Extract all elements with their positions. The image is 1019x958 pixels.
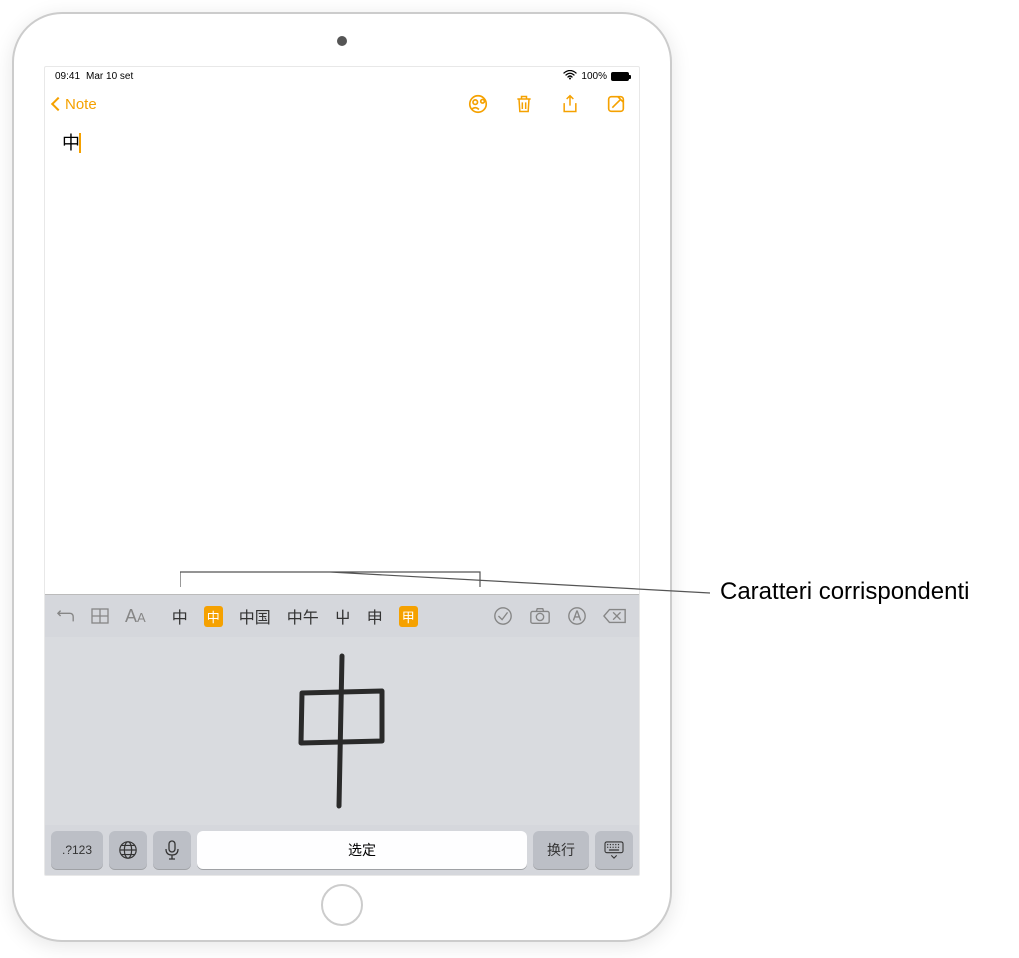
candidate-3[interactable]: 中国 — [231, 595, 279, 637]
text-format-icon[interactable]: Aα — [117, 595, 154, 637]
back-label: Note — [65, 96, 97, 113]
ipad-device-frame: 09:41 Mar 10 set 100% Note — [12, 12, 672, 942]
note-body[interactable]: 中 — [45, 123, 639, 594]
keyboard-bottom-row: .?123 选定 换行 — [45, 825, 639, 875]
undo-icon[interactable] — [49, 595, 83, 637]
space-bar[interactable]: 选定 — [197, 831, 527, 869]
callout-label: Caratteri corrispondenti — [720, 578, 969, 606]
keyboard-area: Aα 中 中 中国 中午 屮 申 甲 — [45, 594, 639, 875]
dictation-key[interactable] — [153, 831, 191, 869]
wifi-icon — [563, 70, 577, 83]
numbers-key[interactable]: .?123 — [51, 831, 103, 869]
dismiss-keyboard-key[interactable] — [595, 831, 633, 869]
front-camera — [337, 36, 347, 46]
candidate-bar: Aα 中 中 中国 中午 屮 申 甲 — [45, 595, 639, 637]
return-key[interactable]: 换行 — [533, 831, 589, 869]
camera-icon[interactable] — [521, 595, 559, 637]
battery-percent: 100% — [581, 71, 607, 82]
status-time: 09:41 — [55, 71, 80, 82]
battery-icon — [611, 72, 629, 81]
backspace-icon[interactable] — [595, 595, 635, 637]
candidate-5[interactable]: 屮 — [327, 595, 359, 637]
handwriting-pad[interactable] — [45, 637, 639, 825]
marker-circle-icon[interactable] — [559, 595, 595, 637]
screen: 09:41 Mar 10 set 100% Note — [44, 66, 640, 876]
candidate-1[interactable]: 中 — [164, 595, 196, 637]
handwritten-stroke — [287, 651, 397, 811]
checkmark-circle-icon[interactable] — [485, 595, 521, 637]
status-bar: 09:41 Mar 10 set 100% — [45, 67, 639, 85]
candidate-2[interactable]: 中 — [196, 595, 231, 637]
text-cursor — [79, 133, 81, 153]
people-icon[interactable] — [467, 93, 489, 115]
nav-bar: Note — [45, 85, 639, 123]
candidate-7[interactable]: 甲 — [391, 595, 426, 637]
candidate-6[interactable]: 申 — [359, 595, 391, 637]
chevron-left-icon — [51, 97, 65, 111]
back-button[interactable]: Note — [53, 96, 97, 113]
entered-character: 中 — [61, 129, 81, 155]
home-button[interactable] — [321, 884, 363, 926]
globe-key[interactable] — [109, 831, 147, 869]
compose-icon[interactable] — [605, 93, 627, 115]
grid-icon[interactable] — [83, 595, 117, 637]
candidate-4[interactable]: 中午 — [279, 595, 327, 637]
trash-icon[interactable] — [513, 93, 535, 115]
status-date: Mar 10 set — [86, 71, 133, 82]
share-icon[interactable] — [559, 93, 581, 115]
